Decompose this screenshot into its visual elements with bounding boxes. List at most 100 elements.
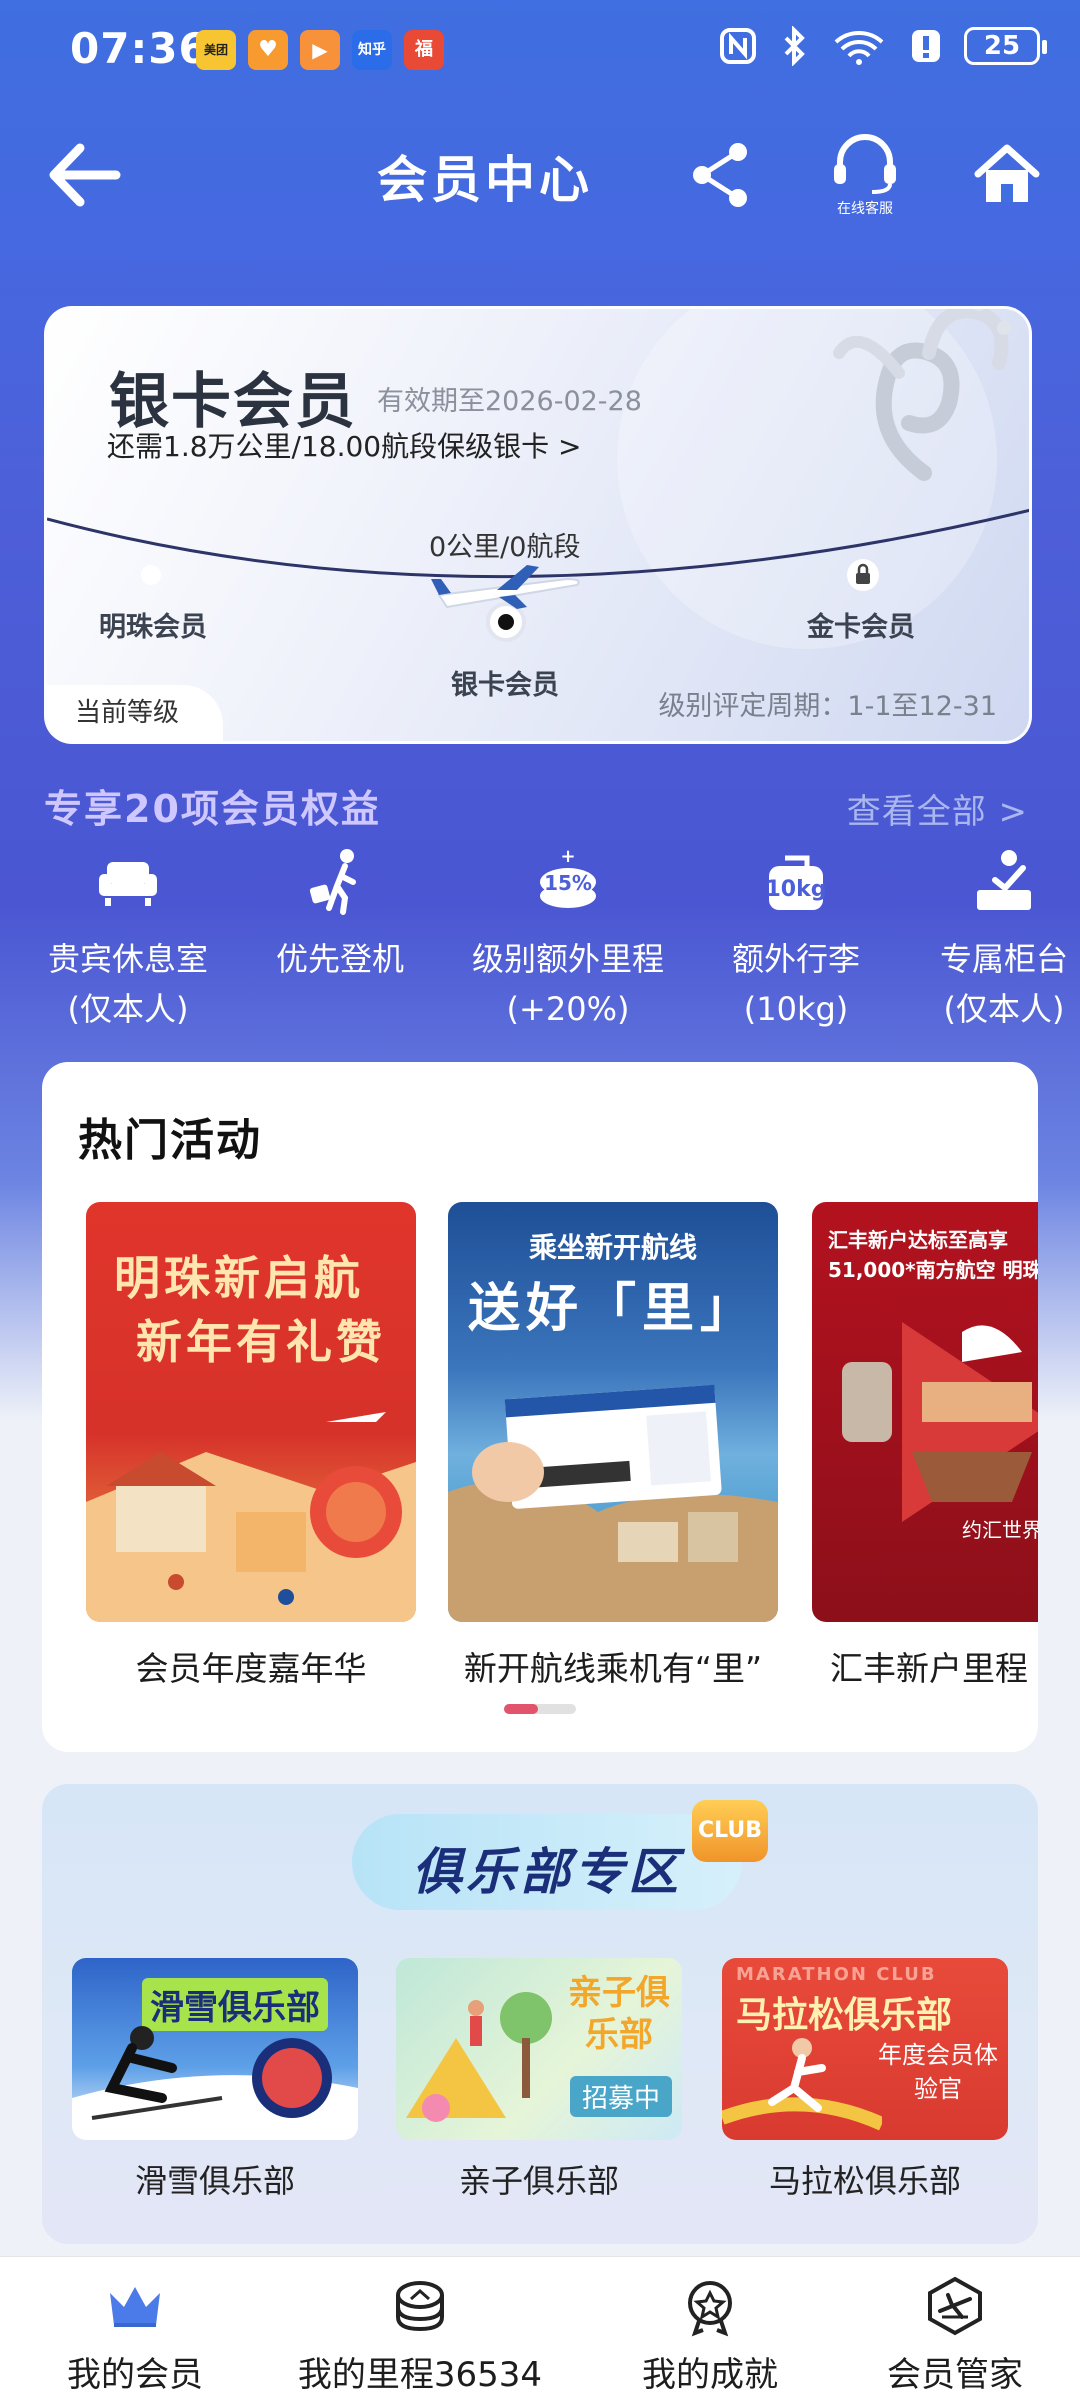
poster-tagline: 约汇世界 (962, 1518, 1038, 1542)
notification-app-icons: 美团 ♥ ▶ 知乎 福 (196, 30, 444, 70)
activity-card-new-route[interactable]: 乘坐新开航线 送好「里」 (448, 1202, 778, 1622)
mileage-icon (396, 2281, 444, 2332)
benefit-name: 级别额外里程 (471, 940, 664, 978)
svg-text:15%: 15% (544, 871, 592, 895)
benefit-sub: (仅本人) (943, 990, 1065, 1028)
luggage-icon: 10kg (766, 855, 827, 910)
family-camping-illustration (406, 1992, 552, 2122)
hot-activities-section: 热门活动 明珠新启航 新年有礼赞 会员年度嘉年华 乘坐新开航线 送好「里」 新开… (42, 1062, 1038, 1752)
runner-illustration (722, 2038, 882, 2131)
kapok-logo-icon (833, 309, 1011, 481)
online-service-button[interactable]: 在线客服 (820, 134, 910, 234)
club-card-ski[interactable]: 滑雪俱乐部 (72, 1958, 358, 2140)
club-banner: 俱乐部专区 (352, 1814, 742, 1910)
tab-label: 我的成就 (642, 2355, 778, 2395)
tab-member-butler[interactable]: 会员管家 (820, 2257, 1080, 2400)
membership-card[interactable]: 银卡会员 有效期至2026-02-28 还需1.8万公里/18.00航段保级银卡… (44, 306, 1032, 744)
club-label[interactable]: 亲子俱乐部 (396, 2156, 682, 2202)
skier-illustration (72, 2026, 358, 2140)
benefit-exclusive-counter[interactable]: 专属柜台 (仅本人) (894, 846, 1080, 1034)
poster-title: 汇丰新户达标至高享 (828, 1228, 1008, 1252)
benefit-priority-boarding[interactable]: 优先登机 (230, 846, 450, 984)
club-card-family[interactable]: 亲子俱乐部 招募中 (396, 1958, 682, 2140)
tab-my-achievements[interactable]: 我的成就 (575, 2257, 845, 2400)
view-all-benefits-link[interactable]: 查看全部 > (847, 784, 1028, 833)
page-title-text: 会员中心 (377, 151, 593, 209)
activity-label[interactable]: 会员年度嘉年华 (86, 1642, 416, 1690)
club-poster-title: 亲子俱乐部 (568, 1973, 670, 2055)
benefit-sub: (+20%) (506, 990, 630, 1028)
poster-subtitle: 新年有礼赞 (136, 1315, 386, 1369)
validity-date: 有效期至2026-02-28 (377, 386, 642, 417)
benefit-sub: (仅本人) (67, 990, 189, 1028)
benefit-extra-luggage[interactable]: 10kg 额外行李 (10kg) (686, 846, 906, 1034)
home-icon[interactable] (972, 140, 1042, 210)
club-label[interactable]: 马拉松俱乐部 (722, 2156, 1008, 2202)
wifi-icon (834, 31, 884, 65)
tab-my-mileage[interactable]: 我的里程36534 (270, 2257, 570, 2400)
status-bar: 07:36 美团 ♥ ▶ 知乎 福 25 (0, 0, 1080, 100)
club-card-marathon[interactable]: MARATHON CLUB 马拉松俱乐部 年度会员体验官 (722, 1958, 1008, 2140)
share-icon[interactable] (690, 140, 754, 210)
club-section: 俱乐部专区 CLUB 滑雪俱乐部 滑雪俱乐部 亲子俱乐部 招募中 亲子俱乐部 M… (42, 1784, 1038, 2244)
hot-activities-title: 热门活动 (78, 1115, 262, 1166)
bonus-mileage-icon: 15% + (540, 846, 596, 908)
club-title: 俱乐部专区 (412, 1843, 682, 1901)
benefit-lounge[interactable]: 贵宾休息室 (仅本人) (18, 846, 238, 1034)
online-service-label: 在线客服 (837, 201, 893, 217)
tier-gold: 金卡会员 (807, 612, 915, 643)
club-poster-sub: 招募中 (570, 2076, 673, 2117)
boarding-pass-illustration (448, 1384, 778, 1622)
poster-subtitle: 送好「里」 (467, 1279, 758, 1339)
battery-indicator: 25 (964, 27, 1047, 65)
poster-title: 明珠新启航 (114, 1251, 364, 1305)
benefit-name: 专属柜台 (939, 940, 1068, 978)
tab-my-membership[interactable]: 我的会员 (0, 2257, 270, 2400)
benefit-bonus-mileage[interactable]: 15% + 级别额外里程 (+20%) (458, 846, 678, 1034)
carousel-indicator (504, 1704, 576, 1714)
meituan-app-icon: 美团 (196, 30, 236, 70)
tier-silver: 银卡会员 (451, 670, 559, 701)
nfc-icon (720, 28, 756, 64)
nav-bar: 会员中心 在线客服 (0, 110, 1080, 240)
activity-card-hsbc[interactable]: 汇丰新户达标至高享 51,000*南方航空 明珠俱 约汇世界 (812, 1202, 1038, 1622)
butler-icon (928, 2276, 982, 2336)
status-time: 07:36 (70, 24, 209, 73)
benefit-sub: (10kg) (743, 990, 849, 1028)
zhihu-app-icon: 知乎 (352, 30, 392, 70)
tab-label: 会员管家 (887, 2355, 1023, 2395)
retention-requirement-link[interactable]: 还需1.8万公里/18.00航段保级银卡 > (107, 425, 581, 465)
activity-label[interactable]: 新开航线乘机有“里” (448, 1642, 778, 1690)
benefits-title: 专享20项会员权益 (44, 787, 381, 831)
tab-label: 我的里程36534 (297, 2355, 543, 2395)
page-title: 会员中心 (0, 140, 1080, 212)
activity-label[interactable]: 汇丰新户里程 (812, 1642, 1038, 1690)
poster-subtitle: 51,000*南方航空 明珠俱 (828, 1258, 1038, 1282)
club-poster-top: MARATHON CLUB (736, 1964, 937, 1985)
alert-icon (912, 30, 940, 62)
evaluation-period: 级别评定周期：1-1至12-31 (658, 691, 997, 722)
benefit-name: 额外行李 (731, 940, 860, 978)
progress-mileage: 0公里/0航段 (429, 532, 581, 563)
club-label[interactable]: 滑雪俱乐部 (72, 2156, 358, 2202)
heart-app-icon: ♥ (248, 30, 288, 70)
benefit-name: 优先登机 (275, 940, 404, 978)
headset-icon (834, 134, 896, 194)
travel-collage-illustration (842, 1322, 1038, 1522)
video-app-icon: ▶ (300, 30, 340, 70)
poster-title: 乘坐新开航线 (528, 1231, 697, 1264)
club-poster-sub: 年度会员体验官 (878, 2041, 998, 2103)
svg-text:10kg: 10kg (766, 877, 827, 902)
boarding-icon (309, 849, 356, 915)
bluetooth-icon (784, 26, 805, 66)
current-level-tag: 当前等级 (47, 685, 223, 741)
bottom-tab-bar: 我的会员 我的里程36534 我的成就 会员管家 (0, 2256, 1080, 2400)
activity-card-carnival[interactable]: 明珠新启航 新年有礼赞 (86, 1202, 416, 1622)
sofa-icon (99, 862, 157, 906)
medal-icon (688, 2281, 732, 2337)
counter-icon (977, 850, 1031, 910)
festival-scene-illustration (86, 1412, 416, 1622)
tab-label: 我的会员 (67, 2355, 203, 2395)
benefit-name: 贵宾休息室 (47, 940, 208, 978)
svg-text:+: + (560, 846, 575, 867)
